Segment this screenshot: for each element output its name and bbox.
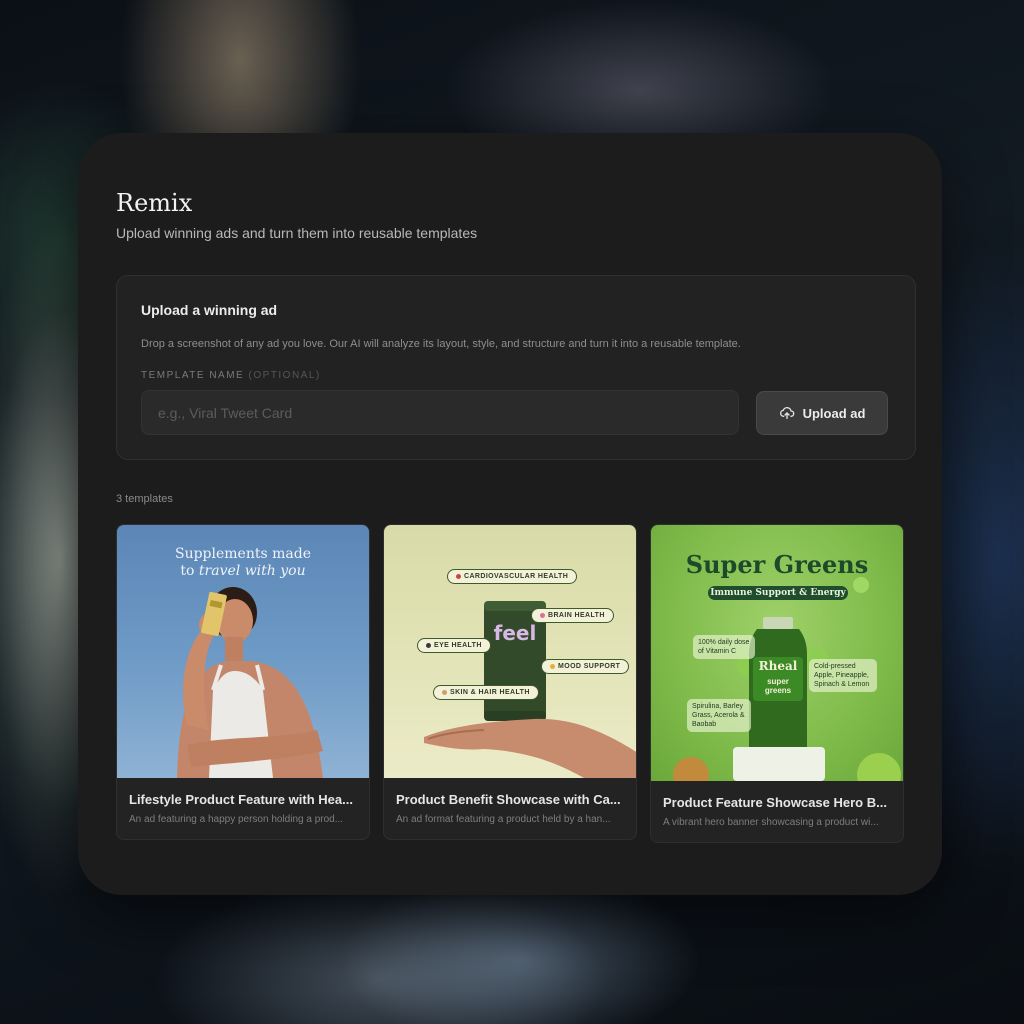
benefit-tag: BRAIN HEALTH bbox=[531, 608, 614, 623]
template-thumbnail: Super Greens Immune Support & Energy Rhe… bbox=[651, 525, 903, 781]
template-name-optional: (OPTIONAL) bbox=[248, 370, 321, 381]
template-title: Lifestyle Product Feature with Hea... bbox=[129, 792, 353, 807]
hair-icon bbox=[442, 689, 447, 695]
feature-note: 100% daily dose of Vitamin C bbox=[693, 635, 755, 659]
sun-icon bbox=[550, 663, 555, 669]
upload-heading: Upload a winning ad bbox=[141, 302, 278, 318]
template-description: An ad format featuring a product held by… bbox=[396, 814, 611, 825]
product-brand: feel bbox=[493, 621, 537, 645]
template-title: Product Feature Showcase Hero B... bbox=[663, 795, 887, 810]
benefit-tag: SKIN & HAIR HEALTH bbox=[433, 685, 539, 700]
template-meta: Product Benefit Showcase with Ca... An a… bbox=[384, 778, 636, 839]
template-name-label: TEMPLATE NAME (OPTIONAL) bbox=[141, 370, 321, 381]
remix-panel: Remix Upload winning ads and turn them i… bbox=[78, 133, 942, 895]
benefit-tag: EYE HEALTH bbox=[417, 638, 491, 653]
template-meta: Product Feature Showcase Hero B... A vib… bbox=[651, 781, 903, 842]
benefit-tag-label: MOOD SUPPORT bbox=[558, 663, 621, 670]
benefit-tag: MOOD SUPPORT bbox=[541, 659, 630, 674]
template-count: 3 templates bbox=[116, 493, 173, 505]
template-name-input[interactable] bbox=[141, 390, 739, 435]
feature-note: Cold-pressed Apple, Pineapple, Spinach &… bbox=[809, 659, 877, 692]
template-description: An ad featuring a happy person holding a… bbox=[129, 814, 344, 825]
page-subtitle: Upload winning ads and turn them into re… bbox=[116, 225, 478, 241]
brain-icon bbox=[540, 612, 545, 618]
juice-bottle-illustration bbox=[673, 577, 901, 781]
template-title: Product Benefit Showcase with Ca... bbox=[396, 792, 621, 807]
bottle-label: super greens bbox=[764, 677, 792, 695]
benefit-tag-label: BRAIN HEALTH bbox=[548, 612, 605, 619]
template-card-lifestyle[interactable]: Supplements made to travel with you Life… bbox=[116, 524, 370, 840]
template-name-label-text: TEMPLATE NAME bbox=[141, 370, 245, 381]
template-thumbnail: Supplements made to travel with you bbox=[117, 525, 369, 778]
template-description: A vibrant hero banner showcasing a produ… bbox=[663, 817, 879, 828]
template-card-hero-banner[interactable]: Super Greens Immune Support & Energy Rhe… bbox=[650, 524, 904, 843]
template-card-benefit-showcase[interactable]: feel CARDIOVASCULAR HEALTH BRAIN HEALTH … bbox=[383, 524, 637, 840]
upload-description: Drop a screenshot of any ad you love. Ou… bbox=[141, 338, 741, 350]
benefit-tag-label: SKIN & HAIR HEALTH bbox=[450, 689, 530, 696]
benefit-tag-label: EYE HEALTH bbox=[434, 642, 482, 649]
benefit-tag: CARDIOVASCULAR HEALTH bbox=[447, 569, 578, 584]
template-thumbnail: feel CARDIOVASCULAR HEALTH BRAIN HEALTH … bbox=[384, 525, 636, 778]
upload-ad-button[interactable]: Upload ad bbox=[756, 391, 888, 435]
benefit-tag-label: CARDIOVASCULAR HEALTH bbox=[464, 573, 569, 580]
eye-icon bbox=[426, 642, 431, 648]
upload-card: Upload a winning ad Drop a screenshot of… bbox=[116, 275, 916, 460]
woman-with-supplement-illustration bbox=[177, 587, 323, 778]
page-title: Remix bbox=[116, 189, 193, 217]
heart-icon bbox=[456, 573, 461, 579]
product-brand: Rheal bbox=[758, 659, 798, 673]
template-meta: Lifestyle Product Feature with Hea... An… bbox=[117, 778, 369, 839]
cloud-upload-icon bbox=[779, 407, 794, 419]
feature-note: Spirulina, Barley Grass, Acerola & Baoba… bbox=[687, 699, 751, 732]
upload-ad-label: Upload ad bbox=[802, 405, 866, 421]
